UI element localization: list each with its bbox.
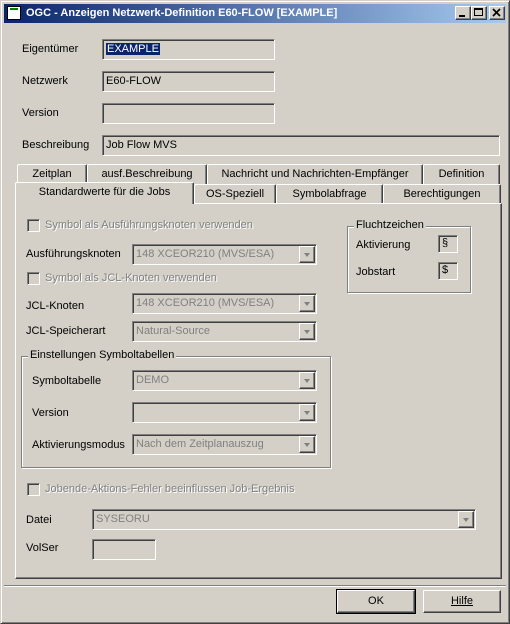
jcl-node-label: JCL-Knoten — [26, 300, 85, 312]
description-label: Beschreibung — [22, 139, 90, 151]
window-title: OGC - Anzeigen Netzwerk-Definition E60-F… — [26, 7, 338, 19]
owner-value: EXAMPLE — [106, 43, 160, 55]
symbol-table-select[interactable]: DEMO — [132, 370, 317, 391]
chevron-down-icon[interactable] — [299, 436, 315, 453]
activation-mode-label: Aktivierungsmodus — [32, 439, 125, 451]
minimize-button[interactable] — [455, 6, 471, 20]
symbol-table-label: Symboltabelle — [32, 375, 102, 387]
file-value: SYSEORU — [96, 513, 150, 525]
symbol-version-select[interactable] — [132, 402, 317, 423]
network-field[interactable]: E60-FLOW — [102, 71, 275, 92]
maximize-button[interactable] — [471, 6, 487, 20]
exec-symbol-checkbox-label: Symbol als Ausführungsknoten verwenden — [45, 219, 253, 231]
app-icon — [7, 6, 21, 20]
help-button[interactable]: Hilfe — [423, 590, 501, 613]
tab-berechtigungen[interactable]: Berechtigungen — [383, 184, 501, 204]
tab-symbolabfrage[interactable]: Symbolabfrage — [276, 184, 383, 204]
jobend-checkbox[interactable] — [27, 483, 40, 496]
volser-field[interactable] — [92, 539, 156, 560]
activation-char-field[interactable]: § — [438, 235, 458, 253]
tab-os-speziell[interactable]: OS-Speziell — [194, 184, 276, 204]
tab-definition[interactable]: Definition — [423, 164, 500, 184]
jcl-symbol-checkbox-label: Symbol als JCL-Knoten verwenden — [45, 272, 217, 284]
jcl-storage-value: Natural-Source — [136, 325, 210, 337]
network-label: Netzwerk — [22, 75, 68, 87]
symbol-table-value: DEMO — [136, 374, 169, 386]
exec-symbol-checkbox[interactable] — [27, 219, 40, 232]
jobstart-char-label: Jobstart — [356, 266, 396, 278]
ok-button-label: OK — [368, 595, 384, 607]
maximize-icon — [474, 8, 483, 16]
symbol-version-label: Version — [32, 407, 69, 419]
owner-field[interactable]: EXAMPLE — [102, 39, 275, 60]
jcl-node-select[interactable]: 148 XCEOR210 (MVS/ESA) — [132, 293, 317, 314]
footer-separator — [4, 585, 506, 587]
exec-node-label: Ausführungsknoten — [26, 248, 121, 260]
chevron-down-icon[interactable] — [299, 372, 315, 389]
jobstart-char-field[interactable]: $ — [438, 262, 458, 280]
chevron-down-icon[interactable] — [299, 295, 315, 312]
file-select[interactable]: SYSEORU — [92, 509, 476, 530]
tab-nachricht[interactable]: Nachricht und Nachrichten-Empfänger — [207, 164, 423, 184]
minimize-icon — [459, 15, 465, 17]
dialog-window: OGC - Anzeigen Netzwerk-Definition E60-F… — [0, 0, 510, 624]
activation-mode-value: Nach dem Zeitplanauszug — [136, 438, 264, 450]
chevron-down-icon[interactable] — [458, 511, 474, 528]
ok-button[interactable]: OK — [336, 589, 416, 614]
close-button[interactable] — [489, 6, 505, 20]
jcl-storage-label: JCL-Speicherart — [26, 325, 106, 337]
jobend-checkbox-label: Jobende-Aktions-Fehler beeinflussen Job-… — [45, 483, 295, 495]
jcl-storage-select[interactable]: Natural-Source — [132, 321, 317, 342]
close-icon — [492, 8, 501, 17]
activation-mode-select[interactable]: Nach dem Zeitplanauszug — [132, 434, 317, 455]
chevron-down-icon[interactable] — [299, 246, 315, 263]
exec-node-value: 148 XCEOR210 (MVS/ESA) — [136, 248, 275, 260]
version-label: Version — [22, 107, 59, 119]
tab-standardwerte[interactable]: Standardwerte für die Jobs — [15, 182, 194, 204]
title-bar[interactable]: OGC - Anzeigen Netzwerk-Definition E60-F… — [4, 4, 506, 23]
chevron-down-icon[interactable] — [299, 404, 315, 421]
jcl-node-value: 148 XCEOR210 (MVS/ESA) — [136, 297, 275, 309]
tab-zeitplan[interactable]: Zeitplan — [17, 164, 87, 184]
chevron-down-icon[interactable] — [299, 323, 315, 340]
version-field[interactable] — [102, 103, 275, 124]
help-button-label: Hilfe — [450, 595, 473, 607]
description-field[interactable]: Job Flow MVS — [102, 135, 500, 156]
symbol-table-group-title: Einstellungen Symboltabellen — [28, 349, 177, 361]
exec-node-select[interactable]: 148 XCEOR210 (MVS/ESA) — [132, 244, 317, 265]
tab-ausf-beschreibung[interactable]: ausf.Beschreibung — [87, 164, 207, 184]
file-label: Datei — [26, 514, 52, 526]
activation-char-label: Aktivierung — [356, 239, 411, 251]
escape-char-group-title: Fluchtzeichen — [354, 219, 426, 231]
owner-label: Eigentümer — [22, 43, 79, 55]
volser-label: VolSer — [26, 542, 59, 554]
jcl-symbol-checkbox[interactable] — [27, 272, 40, 285]
